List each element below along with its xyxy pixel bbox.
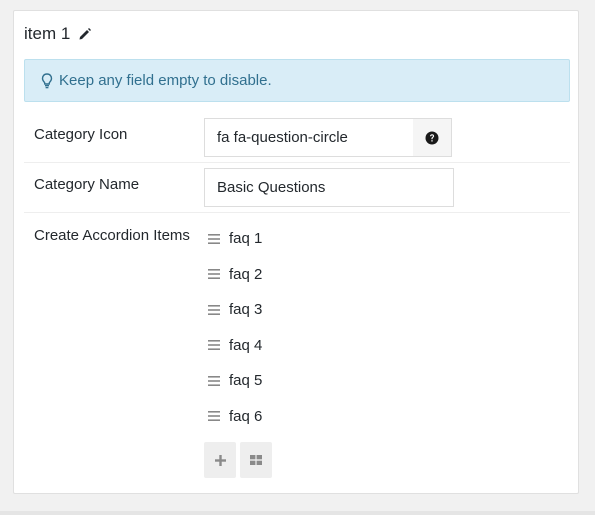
list-item[interactable]: faq 1 [208, 221, 262, 257]
add-item-button[interactable] [204, 442, 236, 478]
pencil-icon[interactable] [78, 27, 92, 41]
drag-handle-icon[interactable] [208, 304, 220, 315]
drag-handle-icon[interactable] [208, 233, 220, 244]
category-icon-label: Category Icon [34, 126, 128, 143]
card-header: item 1 [24, 24, 92, 44]
list-item[interactable]: faq 4 [208, 328, 262, 364]
faq-item-label: faq 4 [229, 336, 263, 354]
faq-item-label: faq 1 [229, 230, 263, 248]
faq-item-label: faq 2 [229, 265, 263, 283]
grid-icon [250, 455, 262, 465]
icon-preview-addon[interactable] [413, 118, 452, 157]
page-bottom-divider [0, 511, 595, 515]
accordion-items-label: Create Accordion Items [34, 227, 190, 244]
faq-item-label: faq 3 [229, 301, 263, 319]
category-name-label: Category Name [34, 176, 140, 193]
question-circle-icon [425, 131, 439, 145]
drag-handle-icon[interactable] [208, 269, 220, 280]
list-item[interactable]: faq 6 [208, 399, 262, 435]
plus-icon [214, 454, 226, 466]
settings-card: item 1 Keep any field empty to disable. … [13, 10, 579, 494]
card-title: item 1 [24, 24, 71, 43]
faq-item-label: faq 5 [229, 372, 263, 390]
list-item[interactable]: faq 2 [208, 257, 262, 293]
info-notice: Keep any field empty to disable. [24, 59, 570, 102]
list-item[interactable]: faq 3 [208, 292, 262, 328]
faq-item-label: faq 6 [229, 407, 263, 425]
accordion-item-list: faq 1 faq 2 faq 3 faq 4 faq 5 faq 6 [208, 221, 262, 434]
drag-handle-icon[interactable] [208, 340, 220, 351]
row-divider [24, 162, 570, 163]
bulk-add-button[interactable] [240, 442, 272, 478]
notice-text: Keep any field empty to disable. [59, 72, 272, 89]
list-item[interactable]: faq 5 [208, 363, 262, 399]
category-name-input[interactable] [204, 168, 454, 207]
drag-handle-icon[interactable] [208, 411, 220, 422]
row-divider [24, 212, 570, 213]
lightbulb-icon [41, 72, 53, 89]
category-icon-input[interactable] [204, 118, 414, 157]
drag-handle-icon[interactable] [208, 375, 220, 386]
